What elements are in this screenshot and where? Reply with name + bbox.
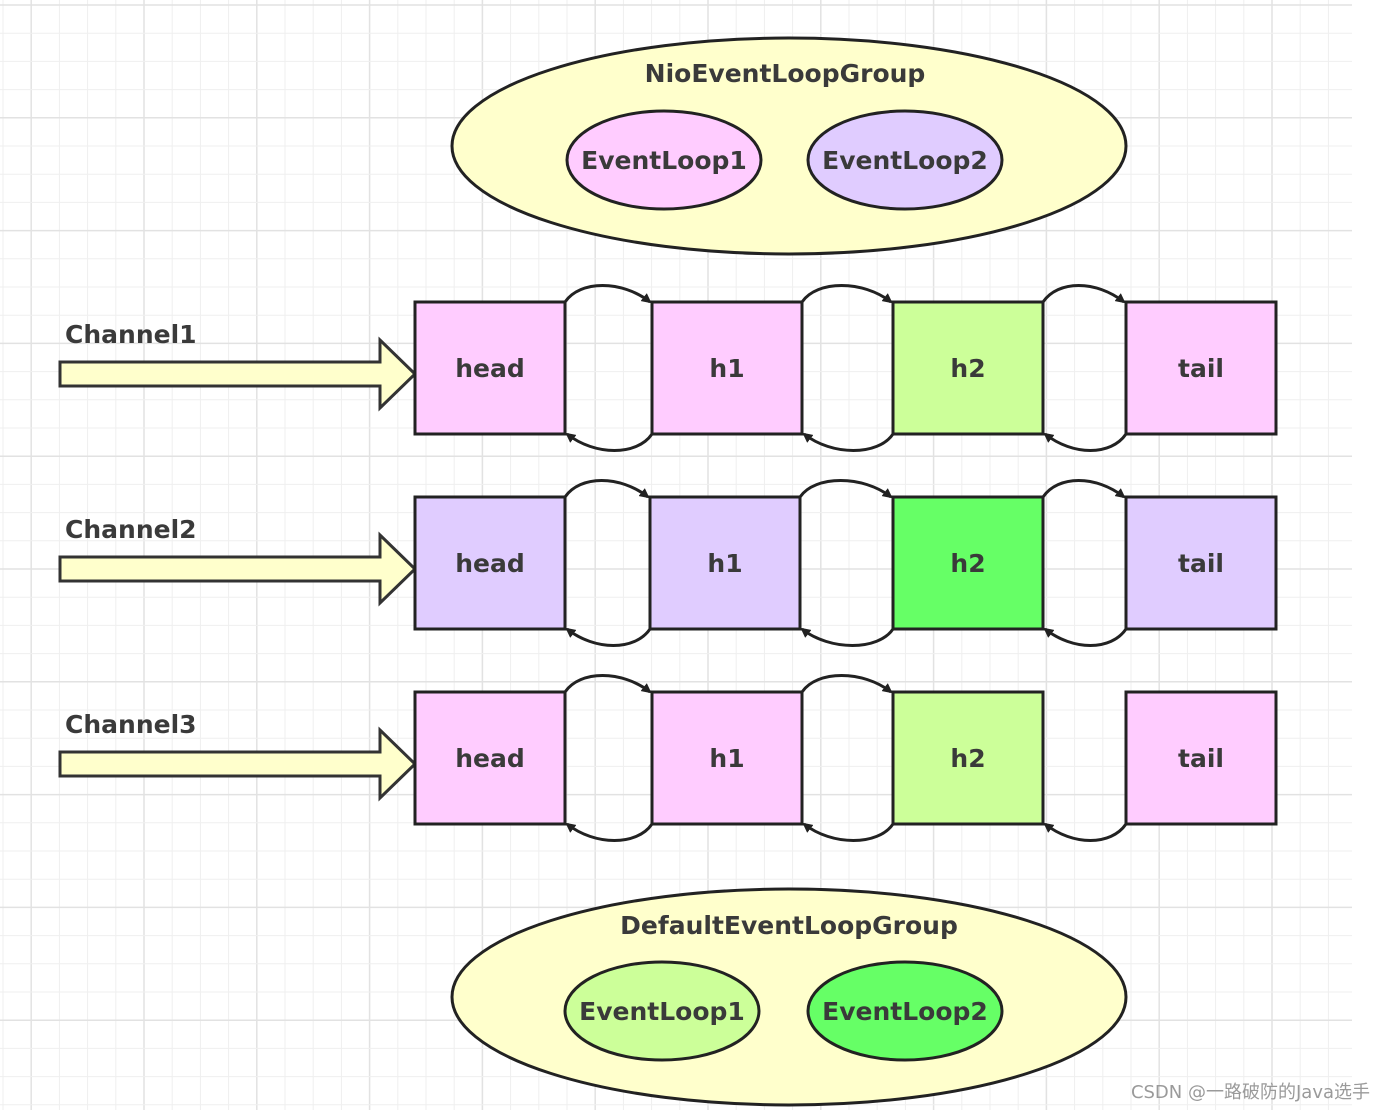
handler-label: h2 [950, 549, 985, 578]
group-title: NioEventLoopGroup [645, 59, 926, 88]
handler-node-head: head [413, 690, 567, 826]
handler-node-h2: h2 [891, 495, 1045, 631]
event-loop-2-label: EventLoop2 [822, 997, 988, 1026]
handler-node-tail: tail [1124, 690, 1278, 826]
channel-label: Channel1 [65, 320, 197, 349]
handler-node-h2: h2 [891, 690, 1045, 826]
handler-label: h2 [950, 354, 985, 383]
handler-label: tail [1178, 549, 1224, 578]
handler-node-h1: h1 [650, 300, 804, 436]
forward-arrow [1041, 284, 1126, 304]
event-loop-1-label: EventLoop1 [579, 997, 745, 1026]
channel-row-1: Channel1 head h1 h2 tail [58, 284, 1278, 452]
handler-label: head [455, 744, 525, 773]
handler-node-tail: tail [1124, 495, 1278, 631]
inbound-arrow [58, 726, 418, 802]
default-event-loop-group: DefaultEventLoopGroup EventLoop1 EventLo… [450, 887, 1128, 1107]
handler-label: tail [1178, 744, 1224, 773]
backward-arrow [1043, 822, 1128, 842]
forward-arrow [563, 479, 650, 499]
handler-label: h1 [707, 549, 742, 578]
handler-label: head [455, 354, 525, 383]
backward-arrow [565, 822, 654, 842]
channel-label: Channel3 [65, 710, 197, 739]
inbound-arrow [58, 336, 418, 412]
backward-arrow [565, 627, 652, 647]
handler-label: h1 [709, 354, 744, 383]
channel-row-2: Channel2 head h1 h2 tail [58, 479, 1278, 647]
handler-node-tail: tail [1124, 300, 1278, 436]
handler-label: head [455, 549, 525, 578]
nio-event-loop-group: NioEventLoopGroup EventLoop1 EventLoop2 [450, 36, 1128, 256]
inbound-arrow [58, 531, 418, 607]
backward-arrow [1043, 627, 1128, 647]
handler-node-h1: h1 [648, 495, 802, 631]
channel-row-3: Channel3 head h1 h2 tail [58, 674, 1278, 842]
handler-node-head: head [413, 300, 567, 436]
backward-arrow [565, 432, 654, 452]
forward-arrow [1041, 479, 1126, 499]
backward-arrow [1043, 432, 1128, 452]
channels: Channel1 head h1 h2 tail Channel2 head h1 h2 tail… [58, 284, 1278, 842]
event-loop-2-label: EventLoop2 [822, 146, 988, 175]
handler-node-h2: h2 [891, 300, 1045, 436]
backward-arrow [800, 627, 895, 647]
group-title: DefaultEventLoopGroup [620, 911, 958, 940]
watermark: CSDN @一路破防的Java选手 [1131, 1082, 1370, 1103]
handler-label: h1 [709, 744, 744, 773]
handler-label: tail [1178, 354, 1224, 383]
diagram-canvas: NioEventLoopGroup EventLoop1 EventLoop2 … [0, 0, 1370, 1110]
handler-node-h1: h1 [650, 690, 804, 826]
handler-label: h2 [950, 744, 985, 773]
forward-arrow [563, 674, 652, 694]
handler-node-head: head [413, 495, 567, 631]
event-loop-1-label: EventLoop1 [581, 146, 747, 175]
forward-arrow [563, 284, 652, 304]
channel-label: Channel2 [65, 515, 197, 544]
